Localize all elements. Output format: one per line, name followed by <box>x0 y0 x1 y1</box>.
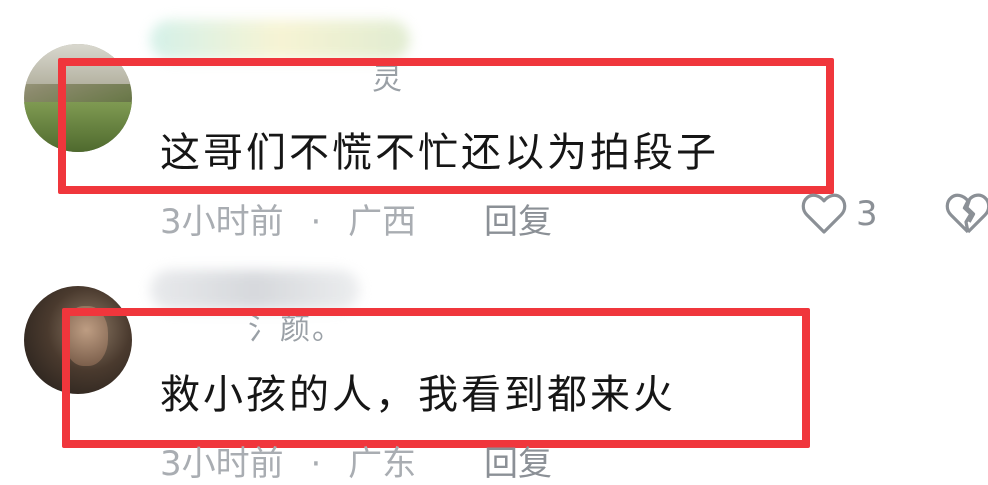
broken-heart-icon[interactable] <box>944 190 988 240</box>
timestamp: 3小时前 <box>160 444 284 484</box>
separator-dot: · <box>310 444 322 484</box>
reply-button[interactable]: 回复 <box>484 436 552 485</box>
comment-text: 救小孩的人，我看到都来火 <box>160 372 676 418</box>
comment-text: 这哥们不慌不忙还以为拍段子 <box>160 130 719 176</box>
like-count: 3 <box>856 194 878 234</box>
reply-button[interactable]: 回复 <box>484 194 552 243</box>
heart-outline-icon[interactable] <box>800 190 848 240</box>
username-blur <box>150 20 410 60</box>
location: 广东 <box>348 444 417 484</box>
comment-meta: 3小时前 · 广西 <box>160 194 416 243</box>
separator-dot: · <box>310 202 322 242</box>
location: 广西 <box>348 202 417 242</box>
timestamp: 3小时前 <box>160 202 284 242</box>
comment-meta: 3小时前 · 广东 <box>160 436 416 485</box>
